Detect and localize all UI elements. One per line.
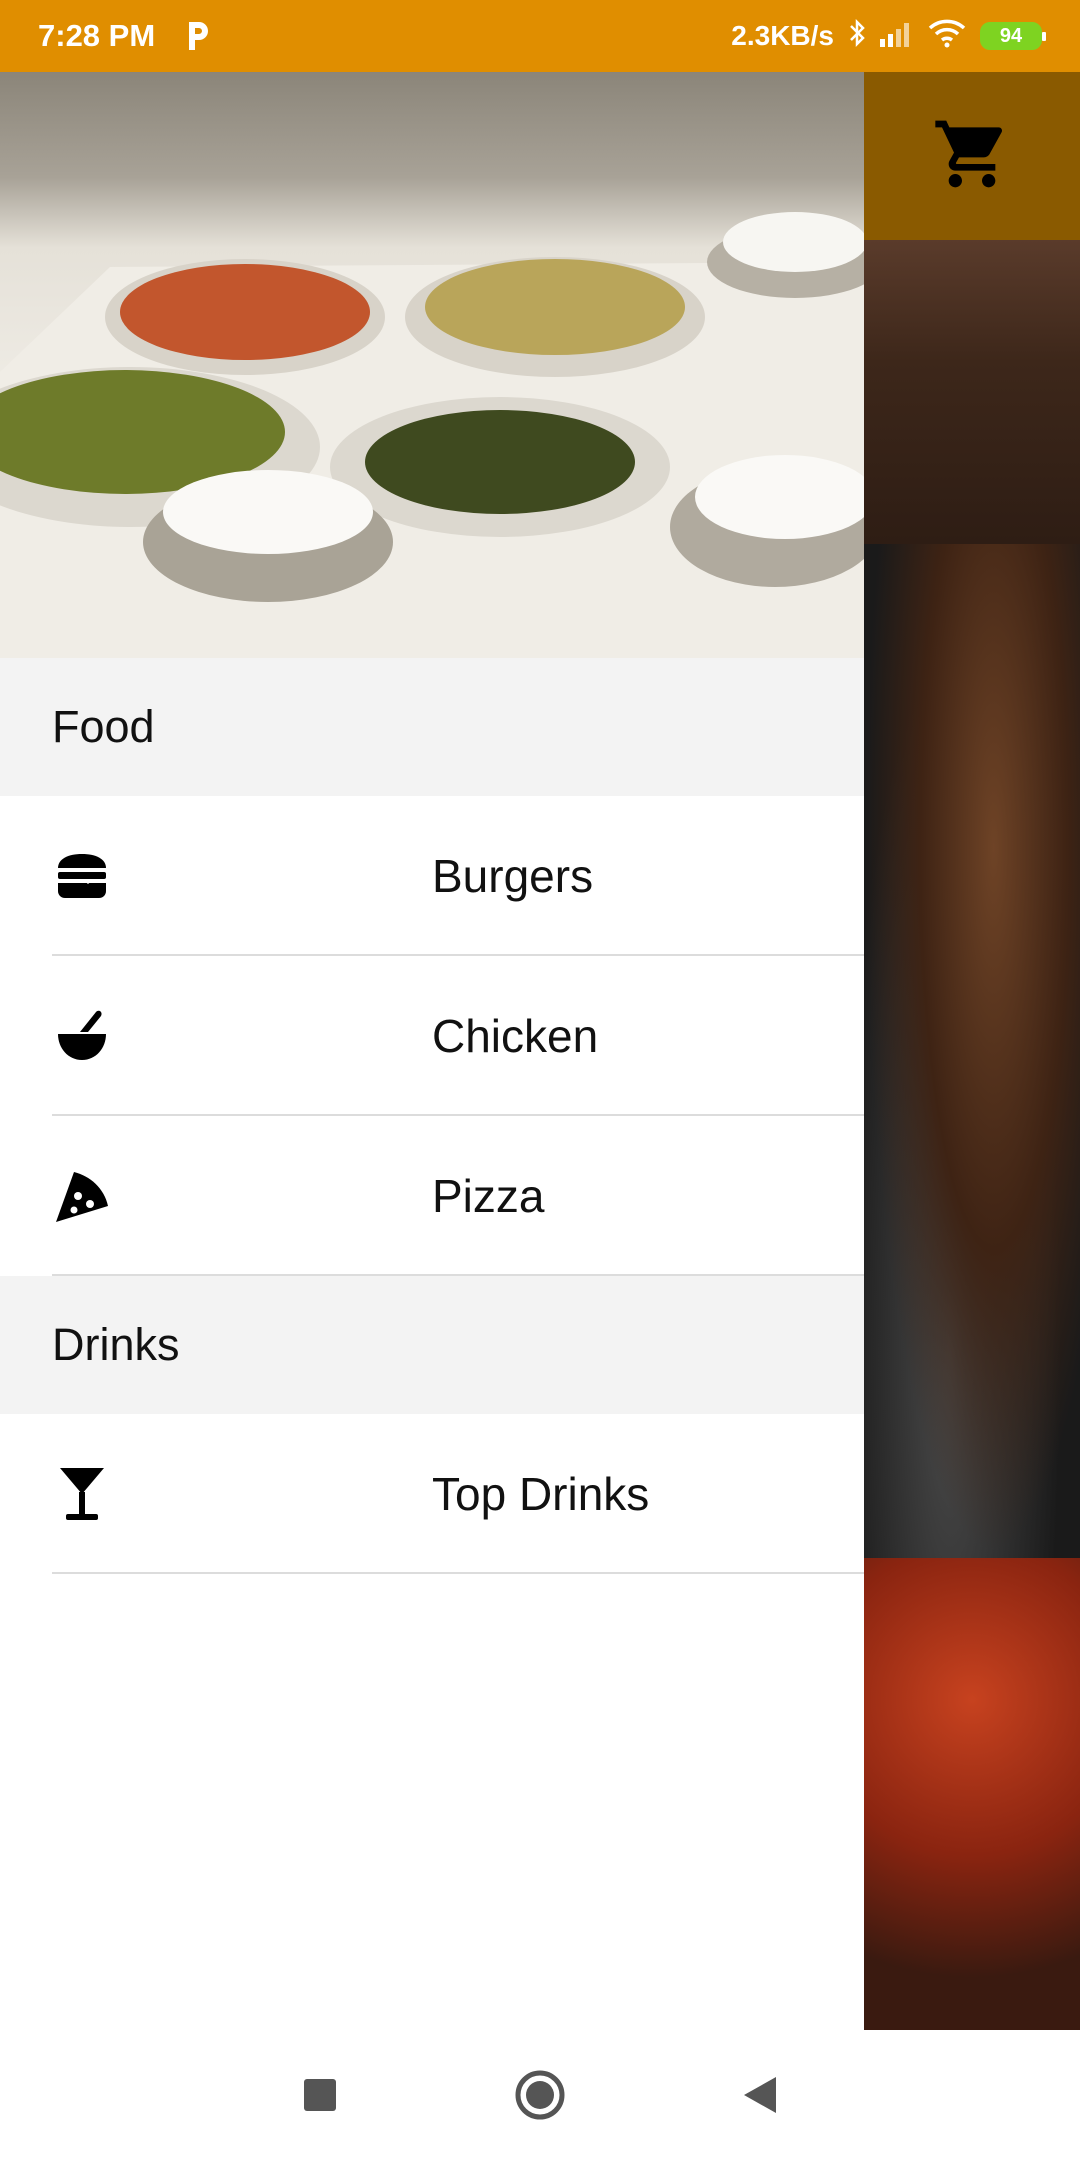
- section-title: Food: [52, 701, 155, 752]
- back-button[interactable]: [730, 2065, 790, 2125]
- wifi-icon: [928, 18, 966, 55]
- battery-level: 94: [999, 24, 1023, 47]
- status-time: 7:28 PM: [38, 18, 156, 53]
- section-header-drinks: Drinks: [0, 1276, 864, 1414]
- battery-icon: 94: [980, 22, 1046, 50]
- home-button[interactable]: [510, 2065, 570, 2125]
- background-food-image[interactable]: [864, 544, 1080, 1558]
- recents-button[interactable]: [290, 2065, 350, 2125]
- burger-icon: [52, 846, 112, 906]
- menu-item-label: Top Drinks: [432, 1468, 650, 1520]
- menu-item-burgers[interactable]: Burgers: [0, 796, 864, 956]
- bluetooth-icon: [848, 18, 866, 55]
- toolbar-background: [864, 72, 1080, 240]
- network-speed: 2.3KB/s: [731, 20, 834, 51]
- background-food-image[interactable]: [864, 240, 1080, 544]
- pizza-slice-icon: [52, 1166, 112, 1226]
- signal-icon: [880, 19, 914, 54]
- menu-item-label: Pizza: [432, 1170, 545, 1222]
- navigation-bar: [0, 2030, 1080, 2160]
- menu-item-chicken[interactable]: Chicken: [0, 956, 864, 1116]
- cocktail-icon: [52, 1464, 112, 1524]
- menu-item-top-drinks[interactable]: Top Drinks: [0, 1414, 864, 1574]
- status-bar: 7:28 PM 2.3KB/s 94: [0, 0, 1080, 72]
- menu-item-label: Burgers: [432, 850, 594, 902]
- shopping-cart-icon[interactable]: [932, 114, 1012, 199]
- p-app-icon: [183, 19, 213, 53]
- menu-item-pizza[interactable]: Pizza: [0, 1116, 864, 1276]
- navigation-drawer: Food Burgers Chicken Pizza Drinks Top Dr…: [0, 72, 864, 2030]
- section-header-food: Food: [0, 658, 864, 796]
- menu-item-label: Chicken: [432, 1010, 599, 1062]
- drawer-header-image: [0, 72, 864, 658]
- mortar-pestle-icon: [52, 1006, 112, 1066]
- section-title: Drinks: [52, 1319, 180, 1370]
- divider: [52, 1572, 864, 1574]
- background-food-image[interactable]: [864, 1558, 1080, 2030]
